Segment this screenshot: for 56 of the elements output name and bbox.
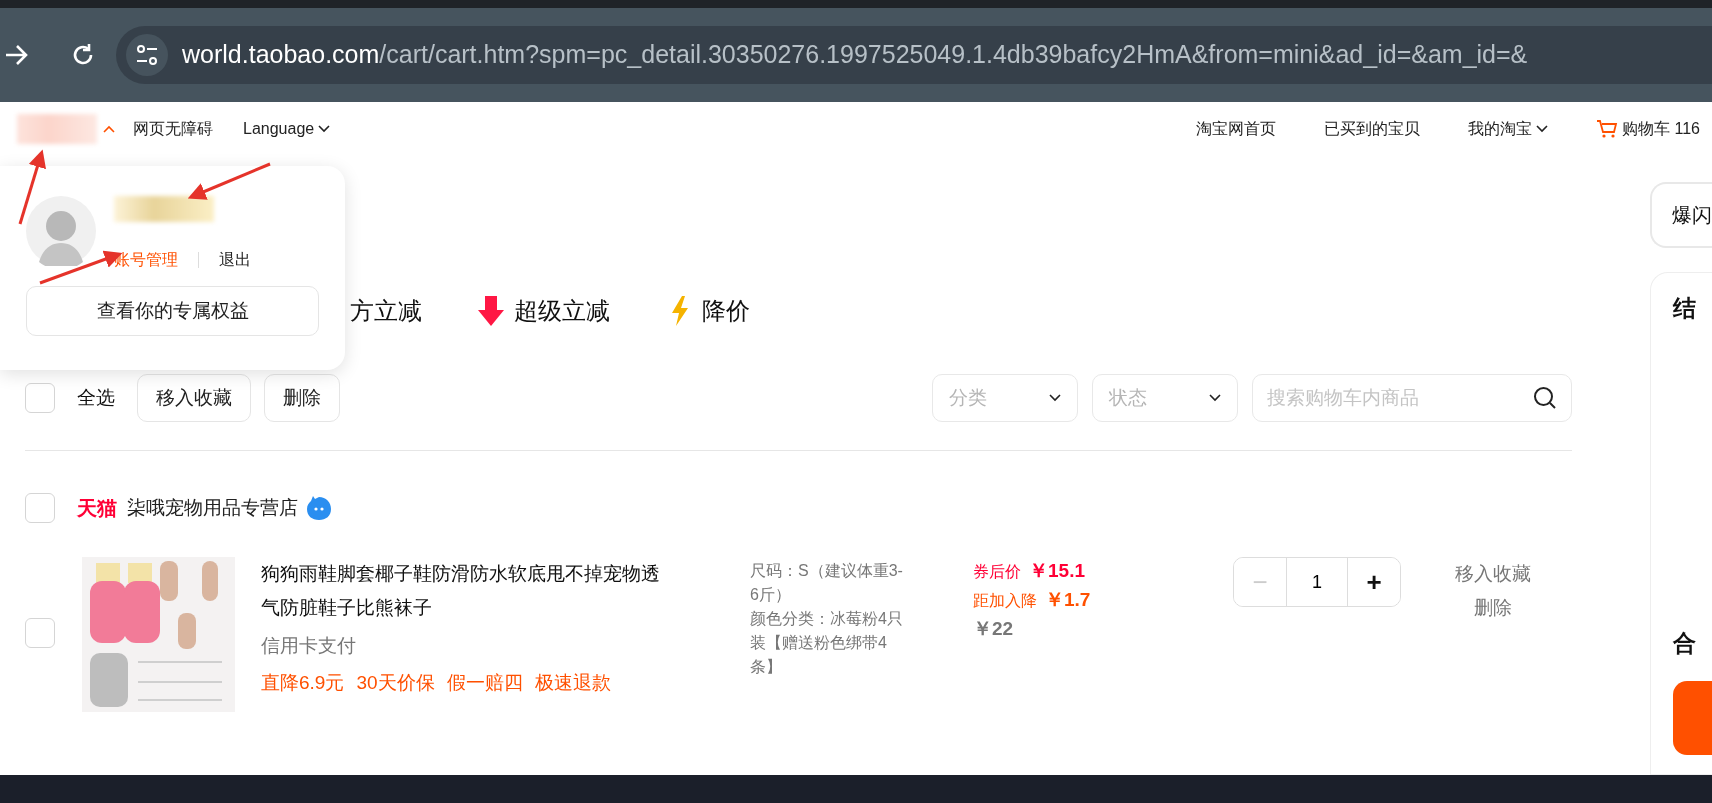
move-to-favorites-link[interactable]: 移入收藏 — [1443, 557, 1543, 591]
promo-card[interactable]: 爆闪 — [1650, 182, 1712, 248]
delete-link[interactable]: 删除 — [1443, 591, 1543, 625]
checkbox[interactable] — [25, 493, 55, 523]
move-to-favorites-button[interactable]: 移入收藏 — [137, 374, 251, 422]
nav-dropdown[interactable]: 我的淘宝 — [1468, 116, 1549, 141]
search-icon[interactable] — [1533, 386, 1557, 410]
chevron-down-icon — [1209, 394, 1221, 402]
forward-icon[interactable] — [4, 43, 30, 67]
benefits-button[interactable]: 查看你的专属权益 — [26, 286, 319, 336]
caret-up-icon[interactable] — [103, 124, 115, 133]
chevron-down-icon — [1536, 124, 1549, 133]
chevron-down-icon — [1049, 394, 1061, 402]
down-arrow-icon — [478, 296, 504, 326]
lightning-icon — [670, 296, 690, 326]
avatar-icon — [26, 196, 96, 266]
store-name[interactable]: 柒哦宠物用品专营店 — [127, 493, 298, 523]
service-tag: 直降6.9元 — [261, 669, 345, 698]
store-brand-label: 天猫 — [77, 496, 117, 521]
sku-text: 颜色分类：冰莓粉4只装【赠送粉色绑带4条】 — [750, 609, 904, 677]
quantity-stepper[interactable]: − 1 + — [1233, 557, 1401, 607]
price-label: 券后价 — [973, 562, 1021, 582]
checkbox[interactable] — [25, 618, 55, 648]
logout-link[interactable]: 退出 — [219, 248, 251, 272]
quantity-field[interactable]: 1 — [1286, 558, 1348, 606]
address-bar[interactable]: world.taobao.com/cart/cart.htm?spm=pc_detail.30350276.1997525049.1.4db39bafcy2HmA&from=mini&ad_id=&am_id=& — [116, 26, 1712, 84]
payment-note: 信用卡支付 — [261, 634, 357, 658]
panel-title: 结 — [1673, 294, 1697, 323]
service-tag: 30天价保 — [356, 669, 435, 698]
url-text: world.taobao.com/cart/cart.htm?spm=pc_detail.30350276.1997525049.1.4db39bafcy2HmA&from=mini&ad_id=&am_id=& — [182, 39, 1528, 71]
site-settings-icon[interactable] — [135, 44, 159, 66]
nav-link[interactable]: 已买到的宝贝 — [1324, 116, 1421, 141]
checkbox[interactable] — [25, 383, 55, 413]
total-label: 合 — [1673, 628, 1697, 658]
nav-link[interactable]: 淘宝网首页 — [1196, 116, 1277, 141]
service-tag: 极速退款 — [534, 669, 611, 698]
price-value: ￥1.7 — [1045, 588, 1091, 612]
delete-button[interactable]: 删除 — [264, 374, 340, 422]
product-title[interactable]: 狗狗雨鞋脚套椰子鞋防滑防水软底甩不掉宠物透气防脏鞋子比熊袜子 — [261, 557, 676, 625]
chat-icon[interactable] — [306, 495, 332, 521]
price-label: 距加入降 — [973, 591, 1037, 611]
cart-link[interactable]: 购物车 116 — [1596, 116, 1700, 141]
price-value: ￥15.1 — [1029, 559, 1085, 583]
select-all-label: 全选 — [77, 385, 115, 410]
nav-link[interactable]: 网页无障碍 — [133, 116, 213, 141]
language-dropdown[interactable]: Language — [243, 116, 331, 141]
promo-label: 方立减 — [350, 296, 422, 326]
promo-label: 降价 — [702, 296, 750, 326]
sku-text: 尺码：S（建议体重3-6斤） — [750, 561, 904, 605]
service-tag: 假一赔四 — [446, 669, 523, 698]
promo-label: 超级立减 — [514, 296, 610, 326]
chevron-down-icon — [318, 124, 331, 133]
price-value: ￥22 — [973, 617, 1014, 641]
checkout-button[interactable] — [1673, 681, 1712, 755]
search-field[interactable]: 搜索购物车内商品 — [1252, 374, 1572, 422]
cart-icon — [1596, 118, 1619, 139]
